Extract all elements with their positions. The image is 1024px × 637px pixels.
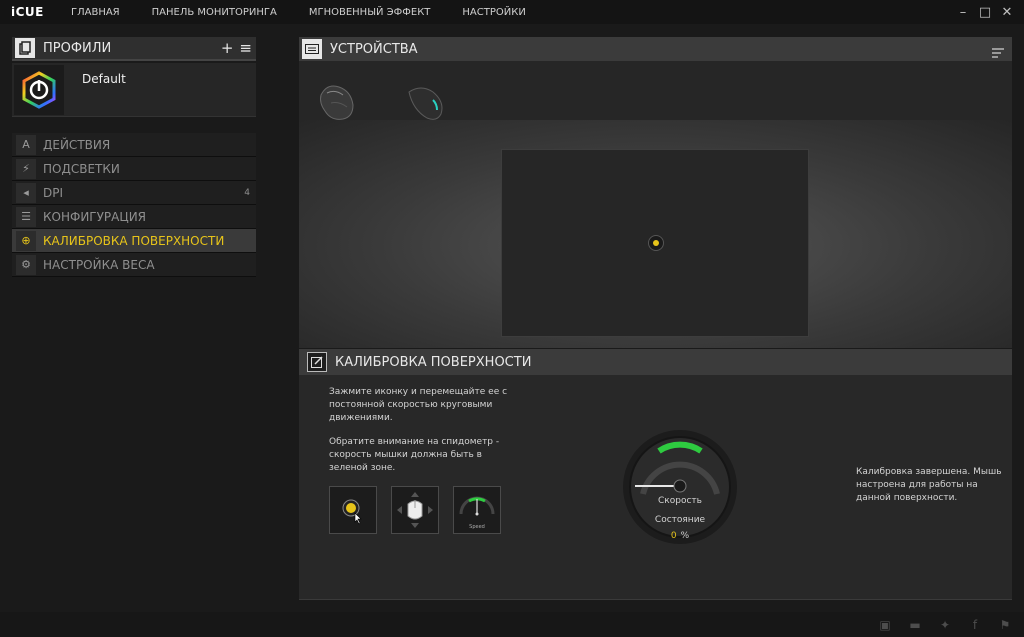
keyboard-icon [302, 39, 322, 59]
calibration-body: Зажмите иконку и перемещайте ее с постоя… [299, 375, 1012, 600]
menu-item-label: КАЛИБРОВКА ПОВЕРХНОСТИ [43, 233, 225, 248]
speed-mini-label: Speed [469, 524, 485, 530]
progress-value: 0 [670, 531, 677, 541]
crosshair-icon: ⊕ [16, 230, 36, 251]
drag-dot-icon [342, 499, 362, 525]
speedometer-icon: Speed [459, 496, 495, 530]
corsair-icon[interactable]: ⚑ [998, 618, 1012, 632]
weight-icon: ⚙ [16, 254, 36, 275]
menu-item-label: ПОДСВЕТКИ [43, 161, 120, 176]
gauge-speed-label: Скорость [658, 496, 702, 506]
profiles-icon [15, 38, 35, 58]
title-bar: iCUE ГЛАВНАЯ ПАНЕЛЬ МОНИТОРИНГА МГНОВЕНН… [0, 0, 1024, 24]
calibration-status-message: Калибровка завершена. Мышь настроена для… [856, 467, 1002, 503]
lightning-icon: ⚡ [16, 158, 36, 179]
icue-logo-icon [14, 65, 64, 115]
add-profile-button[interactable]: + [221, 39, 234, 57]
menu-item-lighting[interactable]: ⚡ ПОДСВЕТКИ [12, 157, 256, 181]
nav-instant-lighting[interactable]: МГНОВЕННЫЙ ЭФФЕКТ [309, 7, 431, 18]
mouse-device-icon [408, 87, 443, 120]
gauge-state-label: Состояние [654, 515, 706, 525]
profile-item-default[interactable]: Default [12, 63, 256, 117]
speedometer-gauge: Скорость Состояние 0% [621, 428, 739, 546]
sort-icon[interactable] [992, 43, 1004, 62]
progress-unit: % [680, 531, 690, 541]
instructions-text-2: Обратите внимание на спидометр - скорост… [329, 437, 500, 473]
nav-home[interactable]: ГЛАВНАЯ [71, 7, 120, 18]
nav-dashboard[interactable]: ПАНЕЛЬ МОНИТОРИНГА [152, 7, 277, 18]
footer-bar: ▣ ▬ ✦ f ⚑ [0, 612, 1024, 637]
devices-title: УСТРОЙСТВА [330, 41, 418, 57]
menu-item-label: КОНФИГУРАЦИЯ [43, 209, 147, 224]
mouse-device-icon [320, 85, 354, 120]
profile-name: Default [82, 72, 126, 86]
dpi-icon: ◂ [16, 182, 36, 203]
device-preview [299, 120, 1012, 348]
menu-item-label: НАСТРОЙКА ВЕСА [43, 257, 155, 272]
mouse-move-button [391, 486, 439, 534]
profile-menu: A ДЕЙСТВИЯ ⚡ ПОДСВЕТКИ ◂ DPI 4 ☰ КОНФИГУ… [12, 133, 256, 277]
minimize-icon[interactable]: – [952, 5, 974, 20]
facebook-icon[interactable]: f [968, 618, 982, 632]
calibration-header: КАЛИБРОВКА ПОВЕРХНОСТИ [299, 349, 1012, 375]
menu-item-actions[interactable]: A ДЕЙСТВИЯ [12, 133, 256, 157]
instructions-text-1: Зажмите иконку и перемещайте ее с постоя… [329, 387, 508, 423]
app-logo: iCUE [11, 5, 44, 19]
maximize-icon[interactable]: □ [974, 5, 996, 20]
drag-handle-button[interactable] [329, 486, 377, 534]
edit-icon [307, 352, 327, 372]
close-icon[interactable]: ✕ [996, 5, 1018, 20]
menu-item-configuration[interactable]: ☰ КОНФИГУРАЦИЯ [12, 205, 256, 229]
calibration-title: КАЛИБРОВКА ПОВЕРХНОСТИ [335, 354, 532, 370]
window-controls: – □ ✕ [952, 0, 1018, 24]
menu-item-label: DPI [43, 185, 64, 200]
left-panel: ПРОФИЛИ + ≡ Default A ДЕЙСТВИЯ ⚡ ПОДСВЕТ… [12, 37, 256, 277]
nav-settings[interactable]: НАСТРОЙКИ [462, 7, 525, 18]
profiles-header: ПРОФИЛИ + ≡ [12, 37, 256, 61]
progress-readout: 0% [621, 531, 739, 541]
chat-icon[interactable]: ▬ [908, 618, 922, 632]
profiles-title: ПРОФИЛИ [43, 40, 112, 56]
actions-icon: A [16, 134, 36, 155]
surface-marker [648, 235, 664, 251]
mouse-move-icon [397, 492, 433, 528]
chip-icon[interactable]: ▣ [878, 618, 892, 632]
menu-item-weight-tuning[interactable]: ⚙ НАСТРОЙКА ВЕСА [12, 253, 256, 277]
menu-item-surface-calibration[interactable]: ⊕ КАЛИБРОВКА ПОВЕРХНОСТИ [12, 229, 256, 253]
dpi-count-badge: 4 [244, 187, 250, 198]
menu-item-label: ДЕЙСТВИЯ [43, 137, 111, 152]
menu-item-dpi[interactable]: ◂ DPI 4 [12, 181, 256, 205]
config-icon: ☰ [16, 206, 36, 227]
twitter-icon[interactable]: ✦ [938, 618, 952, 632]
devices-header: УСТРОЙСТВА [299, 37, 1012, 61]
profiles-menu-button[interactable]: ≡ [239, 39, 252, 57]
gauge-dial [623, 430, 737, 544]
calibration-surface [501, 149, 809, 337]
speed-mini-gauge: Speed [453, 486, 501, 534]
